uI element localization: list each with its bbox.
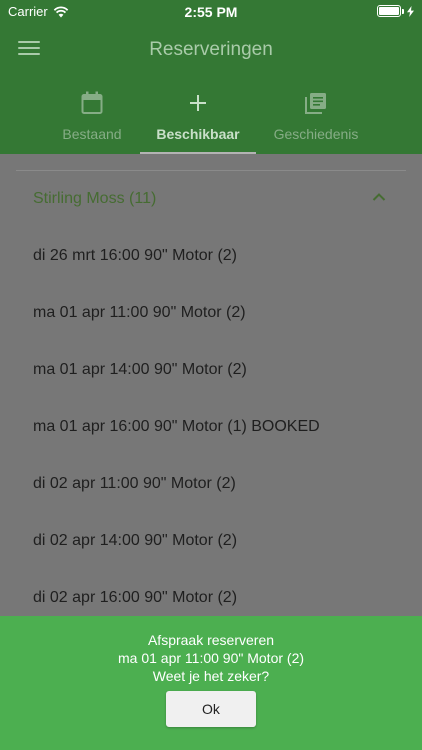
tab-label: Beschikbaar <box>156 126 240 142</box>
dialog-appointment: ma 01 apr 11:00 90" Motor (2) <box>117 650 305 666</box>
ok-button[interactable]: Ok <box>166 691 256 727</box>
page-title: Reserveringen <box>149 39 273 60</box>
status-time: 2:55 PM <box>184 4 238 20</box>
list-item[interactable]: di 02 apr 14:00 90" Motor (2) <box>33 532 237 550</box>
chevron-up-icon[interactable] <box>372 192 386 202</box>
list-item[interactable]: di 02 apr 16:00 90" Motor (2) <box>33 589 237 607</box>
list-item[interactable]: ma 01 apr 11:00 90" Motor (2) <box>33 304 246 322</box>
battery-indicator <box>377 5 414 17</box>
battery-fill <box>379 7 399 15</box>
battery-icon <box>377 5 401 17</box>
dialog-title: Afspraak reserveren <box>147 632 275 648</box>
tab-geschiedenis[interactable]: Geschiedenis <box>266 84 366 154</box>
list-item[interactable]: di 02 apr 11:00 90" Motor (2) <box>33 475 236 493</box>
plus-icon <box>189 91 207 115</box>
confirm-dialog: Afspraak reserveren ma 01 apr 11:00 90" … <box>0 616 422 750</box>
section-header-stirling-moss[interactable]: Stirling Moss (11) <box>0 184 422 214</box>
charging-bolt-icon <box>407 5 414 17</box>
list-item[interactable]: ma 01 apr 16:00 90" Motor (1) BOOKED <box>33 418 320 436</box>
app-header: Reserveringen Bestaand Beschikbaar Gesch… <box>0 24 422 154</box>
tab-beschikbaar[interactable]: Beschikbaar <box>140 84 256 154</box>
tab-label: Geschiedenis <box>273 126 359 142</box>
calendar-icon <box>81 91 103 115</box>
list-item[interactable]: ma 01 apr 14:00 90" Motor (2) <box>33 361 247 379</box>
divider <box>16 170 406 171</box>
section-title: Stirling Moss (11) <box>33 190 157 207</box>
tab-bestaand[interactable]: Bestaand <box>52 84 132 154</box>
tab-bar: Bestaand Beschikbaar Geschiedenis <box>0 84 422 154</box>
tab-label: Bestaand <box>62 126 122 142</box>
library-books-icon <box>305 91 327 115</box>
list-item[interactable]: di 26 mrt 16:00 90" Motor (2) <box>33 247 237 265</box>
dialog-question: Weet je het zeker? <box>152 668 270 684</box>
status-bar: Carrier 2:55 PM <box>0 0 422 24</box>
battery-tip <box>402 8 404 14</box>
